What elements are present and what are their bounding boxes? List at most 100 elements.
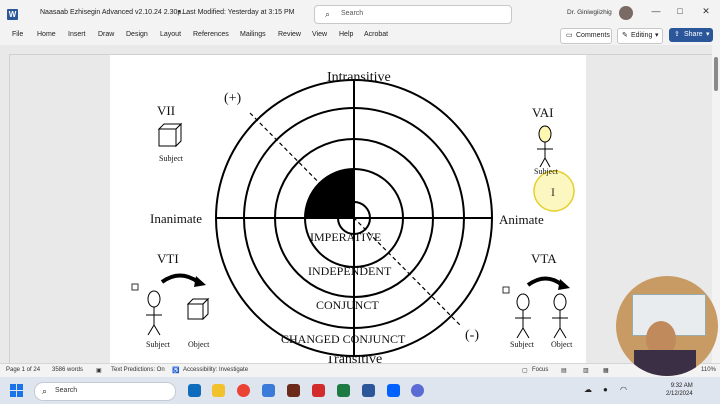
text-cursor-icon: I <box>551 185 555 199</box>
tab-mailings[interactable]: Mailings <box>240 31 266 38</box>
user-name[interactable]: Dr. Giniwgiizhig <box>567 9 612 16</box>
word-icon[interactable] <box>362 384 375 397</box>
tab-references[interactable]: References <box>193 31 229 38</box>
clock-date: 2/12/2024 <box>666 391 693 397</box>
label-plus: (+) <box>224 91 242 106</box>
search-box[interactable]: ⌕ Search <box>314 5 512 24</box>
accessibility-icon[interactable]: ♿ <box>172 367 179 374</box>
share-button[interactable]: ⇪ Share ▾ <box>669 28 713 42</box>
vertical-ruler[interactable] <box>0 54 10 363</box>
arrowhead-icon <box>558 279 570 290</box>
search-icon: ⌕ <box>42 386 48 396</box>
pencil-icon: ✎ <box>622 32 628 39</box>
tab-design[interactable]: Design <box>126 31 148 38</box>
maximize-button[interactable]: □ <box>672 6 688 16</box>
ring-label-imperative: IMPERATIVE <box>310 230 382 244</box>
stick-figure-icon <box>146 290 162 336</box>
share-icon: ⇪ <box>674 31 680 38</box>
label-vta-object: Object <box>551 340 573 349</box>
accessibility-status[interactable]: Accessibility: Investigate <box>183 367 248 373</box>
horizontal-ruler[interactable] <box>0 45 712 55</box>
outlook-icon[interactable] <box>188 384 201 397</box>
last-modified-label[interactable]: • Last Modified: Yesterday at 3:15 PM <box>178 9 294 16</box>
stick-figure-icon <box>515 293 531 339</box>
avatar[interactable] <box>619 6 633 20</box>
chevron-down-icon: ▾ <box>655 32 659 39</box>
clock[interactable]: 9:32 AM 2/12/2024 <box>666 382 693 398</box>
webcam-overlay <box>616 276 718 376</box>
comments-label: Comments <box>576 32 610 39</box>
tab-insert[interactable]: Insert <box>68 31 86 38</box>
chrome-icon[interactable] <box>237 384 250 397</box>
editing-button[interactable]: ✎ Editing ▾ <box>617 28 663 44</box>
title-bar: W Naasaab Ezhisegin Advanced v2.10.24 2.… <box>0 0 720 28</box>
ring-label-conjunct: CONJUNCT <box>316 298 379 312</box>
store-icon[interactable] <box>262 384 275 397</box>
search-placeholder: Search <box>341 10 364 17</box>
label-vti-object: Object <box>188 340 210 349</box>
tab-review[interactable]: Review <box>278 31 301 38</box>
text-predictions[interactable]: Text Predictions: On <box>111 367 165 373</box>
ring-label-changed-conjunct: CHANGED CONJUNCT <box>281 332 406 346</box>
wifi-icon[interactable]: ◠ <box>620 385 627 394</box>
tab-help[interactable]: Help <box>339 31 353 38</box>
tab-layout[interactable]: Layout <box>160 31 181 38</box>
read-mode-icon[interactable]: ▤ <box>561 367 567 374</box>
tab-view[interactable]: View <box>312 31 327 38</box>
editing-label: Editing <box>631 32 653 39</box>
zoom-level[interactable]: 110% <box>701 367 716 373</box>
webcam-presenter-shirt <box>634 350 696 376</box>
comments-button[interactable]: ▭ Comments <box>560 28 612 44</box>
print-layout-icon[interactable]: ▥ <box>583 367 589 374</box>
app-icon[interactable] <box>411 384 424 397</box>
focus-label[interactable]: Focus <box>532 367 548 373</box>
arrow-icon <box>526 276 564 287</box>
acrobat-icon[interactable] <box>312 384 325 397</box>
tab-acrobat[interactable]: Acrobat <box>364 31 388 38</box>
anchor-icon <box>502 286 510 294</box>
close-button[interactable]: ✕ <box>698 6 714 17</box>
dropbox-icon[interactable] <box>387 384 400 397</box>
ring-label-independent: INDEPENDENT <box>308 264 392 278</box>
stick-figure-icon <box>552 293 568 339</box>
cube-icon <box>186 297 210 321</box>
label-vai-subject: Subject <box>534 167 558 176</box>
label-minus: (-) <box>465 328 479 343</box>
microphone-icon[interactable]: ● <box>603 385 608 394</box>
web-layout-icon[interactable]: ▦ <box>603 367 609 374</box>
tab-draw[interactable]: Draw <box>98 31 114 38</box>
arrowhead-icon <box>194 276 206 287</box>
label-intransitive: Intransitive <box>327 70 391 85</box>
tab-file[interactable]: File <box>12 31 23 38</box>
cloud-icon[interactable]: ☁ <box>584 385 592 394</box>
document-page[interactable]: I Intransitive Transitive Inanimate Anim… <box>110 55 586 363</box>
label-inanimate: Inanimate <box>150 211 202 226</box>
tab-home[interactable]: Home <box>37 31 56 38</box>
arrow-icon <box>160 273 200 284</box>
app-icon[interactable] <box>287 384 300 397</box>
label-vti: VTI <box>157 251 179 266</box>
chevron-down-icon: ▾ <box>706 31 710 38</box>
taskbar: ⌕ Search ☁ ● ◠ 9:32 AM 2/12/2024 <box>0 377 720 404</box>
taskbar-search-placeholder: Search <box>55 387 78 394</box>
document-title[interactable]: Naasaab Ezhisegin Advanced v2.10.24 2.30… <box>40 9 187 16</box>
windows-start-icon[interactable] <box>10 384 23 397</box>
file-explorer-icon[interactable] <box>212 384 225 397</box>
status-bar: Page 1 of 24 3586 words ▣ Text Predictio… <box>0 363 720 378</box>
label-vta: VTA <box>531 251 557 266</box>
label-vii-subject: Subject <box>159 154 183 163</box>
taskbar-search[interactable]: ⌕ Search <box>34 382 176 401</box>
verb-class-diagram: I <box>131 79 575 357</box>
excel-icon[interactable] <box>337 384 350 397</box>
word-logo-icon[interactable]: W <box>7 9 18 20</box>
proofing-icon[interactable]: ▣ <box>96 367 102 374</box>
word-count[interactable]: 3586 words <box>52 367 83 373</box>
comment-icon: ▭ <box>566 32 573 39</box>
scrollbar-thumb[interactable] <box>714 57 718 91</box>
focus-icon[interactable]: ▢ <box>522 367 528 374</box>
label-transitive: Transitive <box>326 356 382 363</box>
minimize-button[interactable]: — <box>648 6 664 16</box>
label-vta-subject: Subject <box>510 340 534 349</box>
label-vai: VAI <box>532 105 554 120</box>
page-count[interactable]: Page 1 of 24 <box>6 367 40 373</box>
